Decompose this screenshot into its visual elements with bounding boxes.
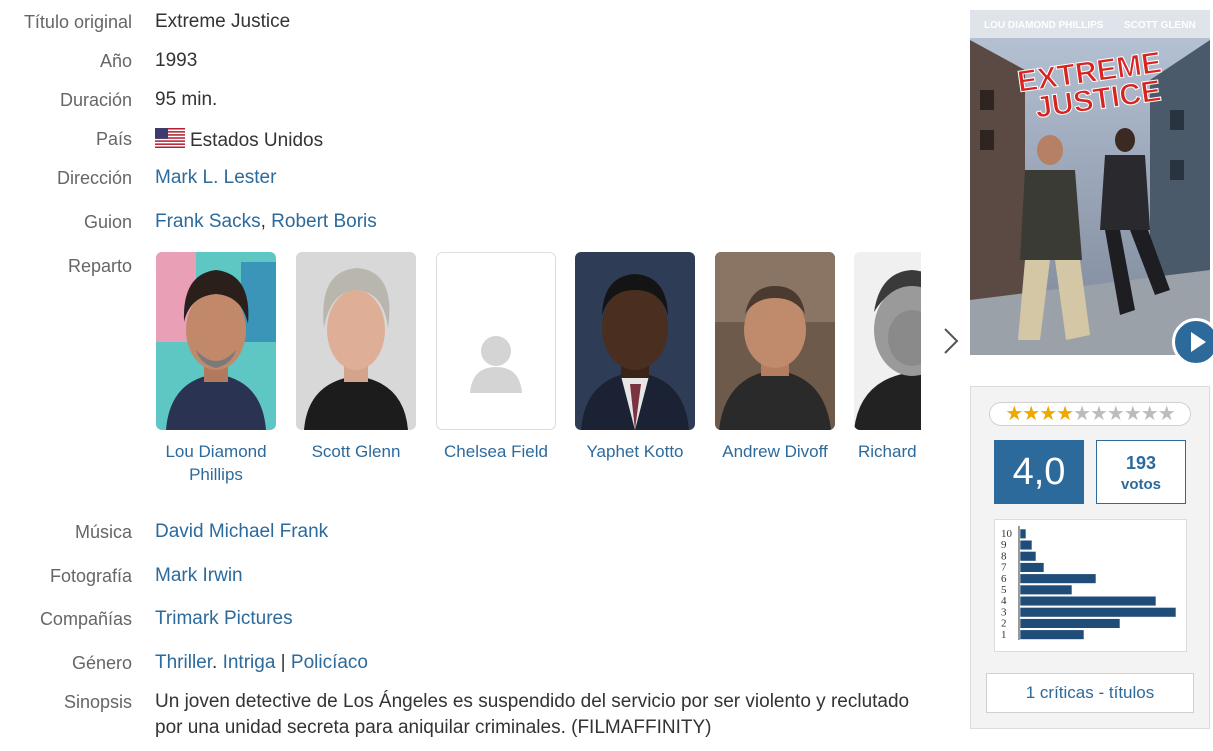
histogram-bar bbox=[1019, 539, 1033, 551]
cast-card[interactable]: Yaphet Kotto bbox=[575, 252, 695, 463]
average-score: 4,0 bbox=[994, 440, 1084, 504]
script-label: Guion bbox=[83, 212, 132, 232]
critics-link[interactable]: 1 críticas - títulos bbox=[986, 673, 1194, 713]
genre-bar: | bbox=[280, 652, 286, 673]
year-label: Año bbox=[99, 51, 132, 71]
cast-name[interactable]: Scott Glenn bbox=[294, 440, 418, 463]
cast-photo-placeholder[interactable] bbox=[436, 252, 556, 430]
histogram-bar bbox=[1019, 607, 1177, 618]
direction-label: Dirección bbox=[56, 168, 132, 188]
histogram-bar bbox=[1019, 562, 1045, 573]
histogram-label: 3 bbox=[1001, 606, 1007, 618]
cast-card[interactable]: Chelsea Field bbox=[436, 252, 556, 463]
cast-card[interactable]: Scott Glenn bbox=[296, 252, 416, 463]
histogram-bar bbox=[1019, 629, 1085, 640]
histogram-bar bbox=[1019, 528, 1027, 539]
genre-link-intriga[interactable]: Intriga bbox=[223, 652, 276, 673]
cast-name[interactable]: Chelsea Field bbox=[434, 440, 558, 463]
cast-photo[interactable] bbox=[296, 252, 416, 430]
music-label: Música bbox=[74, 522, 132, 542]
histogram-bar bbox=[1019, 551, 1037, 562]
synopsis-label: Sinopsis bbox=[63, 692, 132, 712]
cast-label: Reparto bbox=[67, 256, 132, 276]
histogram-bar bbox=[1019, 595, 1157, 607]
writer-link-2[interactable]: Robert Boris bbox=[271, 211, 377, 232]
companies-label: Compañías bbox=[39, 609, 132, 629]
cast-carousel: Lou Diamond Phillips Scott Glenn Chelsea… bbox=[155, 252, 921, 492]
histogram-label: 6 bbox=[1001, 573, 1007, 585]
writer-separator: , bbox=[260, 211, 266, 232]
movie-poster[interactable]: LOU DIAMOND PHILLIPS SCOTT GLENN EXTREME… bbox=[970, 10, 1210, 355]
photography-label: Fotografía bbox=[49, 566, 132, 586]
histogram-bar bbox=[1019, 573, 1097, 584]
histogram-label: 2 bbox=[1001, 618, 1007, 630]
histogram-label: 8 bbox=[1001, 550, 1007, 562]
cast-name[interactable]: Yaphet Kotto bbox=[573, 440, 697, 463]
duration-value: 95 min. bbox=[155, 89, 218, 110]
genre-link-thriller[interactable]: Thriller bbox=[155, 652, 212, 673]
original-title-label: Título original bbox=[23, 12, 132, 32]
vote-histogram-chart: 10987654321 bbox=[1001, 526, 1177, 641]
histogram-label: 1 bbox=[1001, 629, 1007, 641]
play-icon bbox=[1191, 332, 1206, 352]
duration-label: Duración bbox=[59, 90, 132, 110]
chevron-right-icon[interactable] bbox=[940, 326, 962, 356]
genre-label: Género bbox=[71, 653, 132, 673]
play-trailer-button[interactable] bbox=[1172, 318, 1213, 366]
composer-link[interactable]: David Michael Frank bbox=[155, 521, 328, 542]
histogram-bar bbox=[1019, 584, 1073, 595]
votes-count-box[interactable]: 193 votos bbox=[1096, 440, 1186, 504]
vote-histogram[interactable]: 10 9 8 7 6 5 4 3 2 1 bbox=[994, 519, 1187, 652]
cast-name[interactable]: Richard bbox=[858, 440, 921, 463]
cinematographer-link[interactable]: Mark Irwin bbox=[155, 565, 243, 586]
country-label: País bbox=[95, 129, 132, 149]
votes-count: 193 bbox=[1125, 453, 1157, 473]
rating-stars: ★★★★★★★★★★ bbox=[989, 402, 1191, 426]
stars-filled-icon: ★★★★ bbox=[1005, 403, 1074, 425]
rating-panel: ★★★★★★★★★★ 4,0 193 votos 10 9 8 7 6 5 4 3 2 1 1 c… bbox=[970, 386, 1210, 729]
cast-photo[interactable] bbox=[715, 252, 835, 430]
cast-name[interactable]: Lou Diamond Phillips bbox=[155, 440, 278, 486]
company-link[interactable]: Trimark Pictures bbox=[155, 608, 293, 629]
histogram-label: 7 bbox=[1001, 562, 1007, 574]
stars-empty-icon: ★★★★★★ bbox=[1073, 403, 1176, 425]
genre-dot: . bbox=[212, 652, 218, 673]
cast-photo[interactable] bbox=[575, 252, 695, 430]
original-title-value: Extreme Justice bbox=[155, 11, 291, 32]
cast-card[interactable]: Richard bbox=[854, 252, 921, 463]
cast-card[interactable]: Lou Diamond Phillips bbox=[156, 252, 276, 486]
writer-link-1[interactable]: Frank Sacks bbox=[155, 211, 261, 232]
histogram-label: 10 bbox=[1001, 528, 1013, 540]
poster-actor-right: SCOTT GLENN bbox=[1124, 20, 1196, 31]
votes-label: votos bbox=[1120, 476, 1161, 493]
poster-actor-left: LOU DIAMOND PHILLIPS bbox=[984, 20, 1104, 31]
cast-photo[interactable] bbox=[854, 252, 921, 430]
histogram-bar bbox=[1019, 618, 1121, 629]
cast-photo[interactable] bbox=[156, 252, 276, 430]
director-link[interactable]: Mark L. Lester bbox=[155, 167, 276, 188]
histogram-label: 4 bbox=[1001, 595, 1007, 607]
cast-card[interactable]: Andrew Divoff bbox=[715, 252, 835, 463]
country-value: Estados Unidos bbox=[155, 128, 323, 152]
year-value: 1993 bbox=[155, 50, 198, 71]
cast-name[interactable]: Andrew Divoff bbox=[713, 440, 837, 463]
country-name: Estados Unidos bbox=[190, 130, 324, 151]
person-placeholder-icon bbox=[470, 336, 522, 393]
genre-link-policiaco[interactable]: Policíaco bbox=[291, 652, 368, 673]
synopsis-text: Un joven detective de Los Ángeles es sus… bbox=[155, 691, 910, 738]
us-flag-icon bbox=[155, 128, 185, 148]
histogram-label: 5 bbox=[1001, 584, 1007, 596]
histogram-label: 9 bbox=[1001, 539, 1007, 551]
